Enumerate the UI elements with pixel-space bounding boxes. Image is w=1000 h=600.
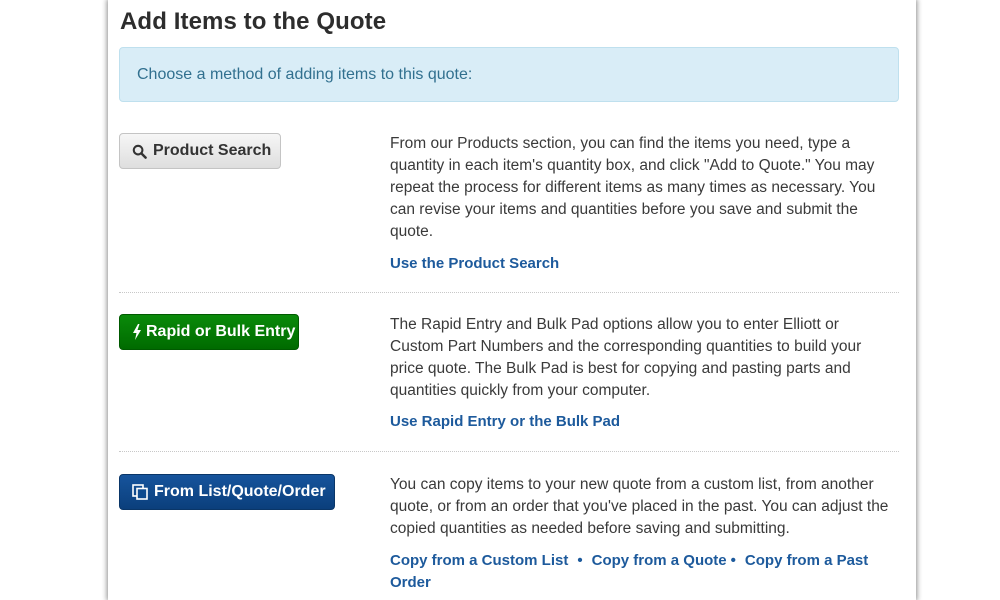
copy-from-quote-link[interactable]: Copy from a Quote: [592, 552, 727, 569]
lightning-bolt-icon: [132, 324, 142, 340]
method-rapid-bulk-entry: Rapid or Bulk Entry The Rapid Entry and …: [119, 314, 899, 439]
product-search-button[interactable]: Product Search: [119, 133, 281, 169]
page-title: Add Items to the Quote: [120, 8, 387, 35]
rapid-bulk-entry-links: Use Rapid Entry or the Bulk Pad: [390, 411, 895, 433]
from-list-quote-order-description: You can copy items to your new quote fro…: [390, 476, 889, 537]
rapid-bulk-entry-button[interactable]: Rapid or Bulk Entry: [119, 314, 299, 350]
section-divider: [119, 451, 899, 452]
rapid-bulk-entry-button-label: Rapid or Bulk Entry: [146, 323, 296, 340]
product-search-button-label: Product Search: [153, 142, 272, 159]
product-search-description: From our Products section, you can find …: [390, 135, 876, 240]
from-list-quote-order-button-label: From List/Quote/Order: [154, 483, 326, 500]
copy-links: Copy from a Custom List • Copy from a Quot…: [390, 550, 895, 594]
link-separator: •: [577, 552, 583, 569]
search-icon: [132, 144, 147, 159]
use-rapid-entry-link[interactable]: Use Rapid Entry or the Bulk Pad: [390, 413, 620, 430]
instruction-alert: Choose a method of adding items to this …: [119, 47, 899, 102]
copy-from-custom-list-link[interactable]: Copy from a Custom List: [390, 552, 568, 569]
product-search-links: Use the Product Search: [390, 253, 895, 275]
method-product-search: Product Search From our Products section…: [119, 133, 899, 283]
from-list-quote-order-button[interactable]: From List/Quote/Order: [119, 474, 335, 510]
link-separator: •: [730, 552, 736, 569]
section-divider: [119, 292, 899, 293]
add-items-panel: Add Items to the Quote Choose a method o…: [108, 0, 916, 600]
copy-icon: [132, 484, 148, 500]
use-product-search-link[interactable]: Use the Product Search: [390, 255, 559, 272]
method-from-list-quote-order: From List/Quote/Order You can copy items…: [119, 474, 899, 600]
rapid-bulk-entry-description: The Rapid Entry and Bulk Pad options all…: [390, 316, 862, 399]
instruction-text: Choose a method of adding items to this …: [137, 65, 473, 83]
